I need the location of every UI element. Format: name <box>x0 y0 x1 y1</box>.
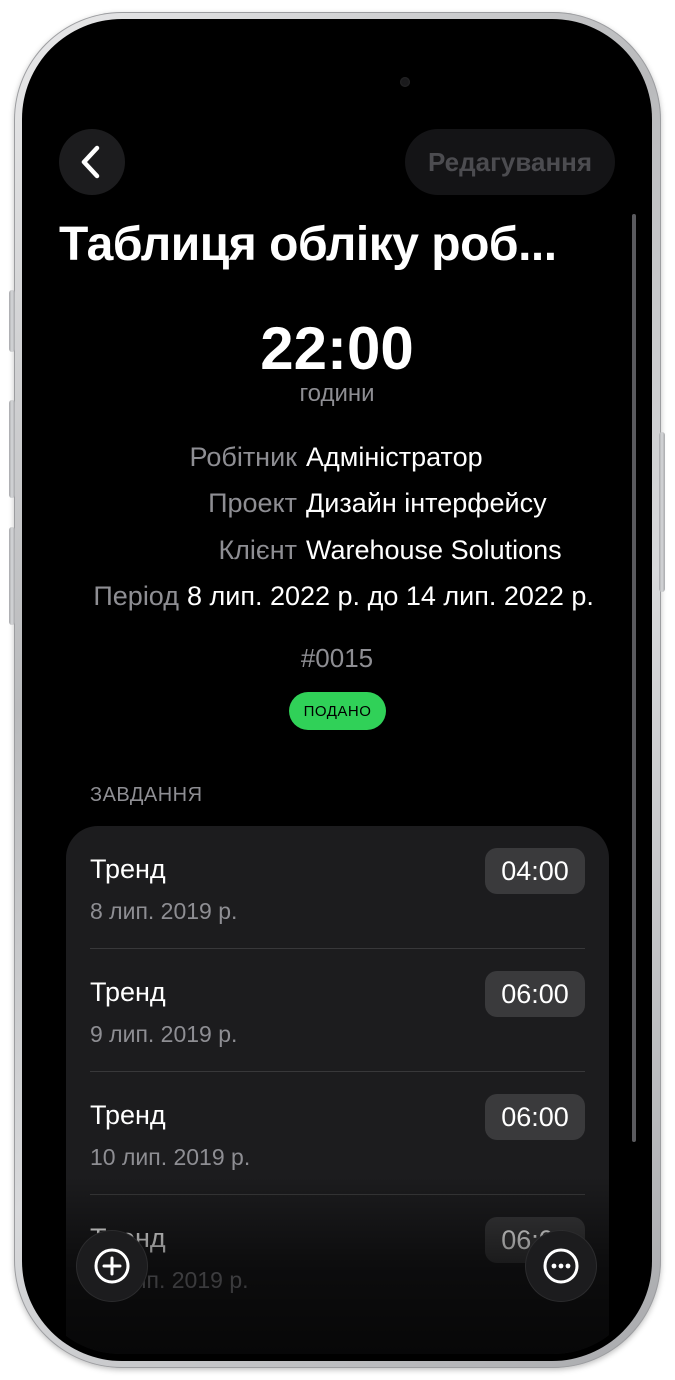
edit-button[interactable]: Редагування <box>405 129 615 195</box>
task-row[interactable]: Тренд 8 лип. 2019 р. 04:00 <box>66 826 609 949</box>
total-hours-label: години <box>299 380 375 407</box>
power-button <box>659 432 665 592</box>
task-name: Тренд <box>90 854 166 884</box>
back-button[interactable] <box>59 129 125 195</box>
timesheet-number: #0015 <box>300 643 374 673</box>
task-name: Тренд <box>90 977 166 1007</box>
worker-value: Адміністратор <box>306 442 483 472</box>
task-name: Тренд <box>90 1100 166 1130</box>
action-button <box>9 290 15 352</box>
tasks-section-header: ЗАВДАННЯ <box>90 784 203 806</box>
client-label: Клієнт <box>218 535 297 565</box>
scrollbar[interactable] <box>632 214 636 1142</box>
plus-circle-icon <box>94 1248 130 1284</box>
task-hours: 06:00 <box>485 971 585 1017</box>
add-task-button[interactable] <box>77 1231 147 1301</box>
project-value: Дизайн інтерфейсу <box>306 488 547 518</box>
front-camera <box>400 77 410 87</box>
page-title: Таблиця обліку роб... <box>59 218 557 271</box>
task-date: 8 лип. 2019 р. <box>90 898 238 924</box>
worker-label: Робітник <box>189 442 297 472</box>
project-label: Проект <box>208 488 297 518</box>
screen: Редагування Таблиця обліку роб... 22:00 … <box>29 26 645 1354</box>
task-date: 9 лип. 2019 р. <box>90 1021 238 1047</box>
period-value: 8 лип. 2022 р. до 14 лип. 2022 р. <box>187 581 594 611</box>
task-row[interactable]: Тренд 10 лип. 2019 р. 06:00 <box>66 1072 609 1195</box>
status-badge: ПОДАНО <box>289 692 386 730</box>
task-hours: 06:00 <box>485 1094 585 1140</box>
more-options-button[interactable] <box>526 1231 596 1301</box>
ellipsis-circle-icon <box>543 1248 579 1284</box>
task-date: 10 лип. 2019 р. <box>90 1144 251 1170</box>
task-row[interactable]: Тренд 9 лип. 2019 р. 06:00 <box>66 949 609 1072</box>
period-label: Період <box>93 581 179 611</box>
client-value: Warehouse Solutions <box>306 535 562 565</box>
chevron-left-icon <box>81 145 100 179</box>
total-hours: 22:00 <box>260 315 414 382</box>
volume-down-button <box>9 527 15 625</box>
task-hours: 04:00 <box>485 848 585 894</box>
volume-up-button <box>9 400 15 498</box>
